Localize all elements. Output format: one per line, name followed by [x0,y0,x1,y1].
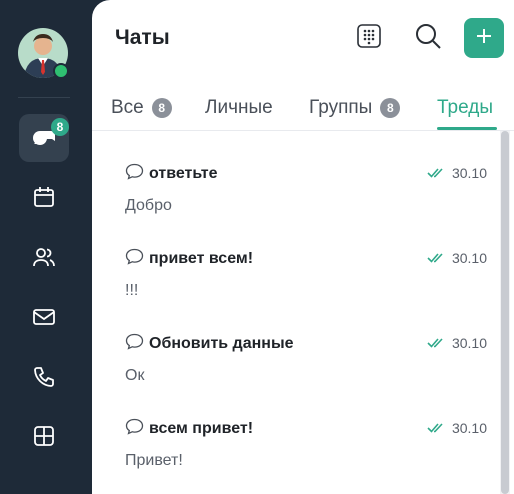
search-icon [414,22,442,55]
list-item[interactable]: ответьте 30.10 Добро [92,131,497,216]
thread-title-text: ответьте [149,165,218,182]
tab-label: Группы [309,97,373,118]
thread-meta: 30.10 [427,165,487,181]
chats-unread-badge: 8 [51,118,69,136]
tab-label: Треды [437,97,493,118]
tab-all[interactable]: Все 8 [111,96,172,120]
thread-preview: Привет! [125,452,183,469]
thread-preview: Добро [125,197,172,214]
contacts-icon [32,245,56,274]
thread-list: ответьте 30.10 Добро привет всем! 30.10 … [92,131,514,494]
tab-count-badge: 8 [380,98,401,118]
thread-date: 30.10 [451,165,487,181]
double-check-icon [427,165,446,181]
thread-title-text: привет всем! [149,250,254,267]
list-item[interactable]: привет всем! 30.10 !!! [92,216,497,301]
speech-bubble-icon [125,163,144,185]
thread-date: 30.10 [451,420,487,436]
thread-title: привет всем! [125,248,253,270]
sidebar-item-calendar[interactable] [19,175,69,223]
search-button[interactable] [408,18,448,58]
tab-groups[interactable]: Группы 8 [309,96,401,120]
list-item[interactable]: всем привет! 30.10 Привет! [92,386,497,471]
thread-title: Обновить данные [125,333,294,355]
phone-icon [32,365,56,394]
page-title: Чаты [115,26,170,49]
thread-preview: !!! [125,282,139,299]
scrollbar-thumb[interactable] [501,131,509,494]
thread-title: ответьте [125,163,218,185]
tab-label: Все [111,97,144,118]
thread-title-text: Обновить данные [149,335,294,352]
tab-personal[interactable]: Личные [205,96,273,120]
speech-bubble-icon [125,248,144,270]
chats-panel: Чаты Все 8 Личные Группы 8 Треды ответьт… [92,0,514,494]
thread-title: всем привет! [125,418,253,440]
tab-count-badge: 8 [151,98,172,118]
active-tab-indicator [437,127,497,130]
sidebar-item-mail[interactable] [19,295,69,343]
sidebar-divider [18,97,70,98]
mail-icon [32,305,56,334]
sidebar: 8 [0,0,92,494]
thread-date: 30.10 [451,250,487,266]
thread-meta: 30.10 [427,420,487,436]
dialpad-button[interactable] [349,18,389,58]
sidebar-item-contacts[interactable] [19,235,69,283]
new-chat-button[interactable] [464,18,504,58]
speech-bubble-icon [125,333,144,355]
online-status-dot [53,63,69,79]
thread-meta: 30.10 [427,250,487,266]
plus-icon [475,27,493,50]
thread-preview: Ок [125,367,145,384]
apps-icon [32,424,56,453]
double-check-icon [427,250,446,266]
thread-date: 30.10 [451,335,487,351]
sidebar-item-chats[interactable]: 8 [19,114,69,162]
list-item[interactable]: Обновить данные 30.10 Ок [92,301,497,386]
sidebar-item-apps[interactable] [19,414,69,462]
calendar-icon [32,185,56,214]
speech-bubble-icon [125,418,144,440]
dialpad-icon [356,23,382,54]
chat-tabs: Все 8 Личные Группы 8 Треды [92,84,514,131]
double-check-icon [427,420,446,436]
double-check-icon [427,335,446,351]
thread-meta: 30.10 [427,335,487,351]
tab-threads[interactable]: Треды [437,96,493,120]
tab-label: Личные [205,97,273,118]
thread-title-text: всем привет! [149,420,254,437]
sidebar-item-calls[interactable] [19,355,69,403]
